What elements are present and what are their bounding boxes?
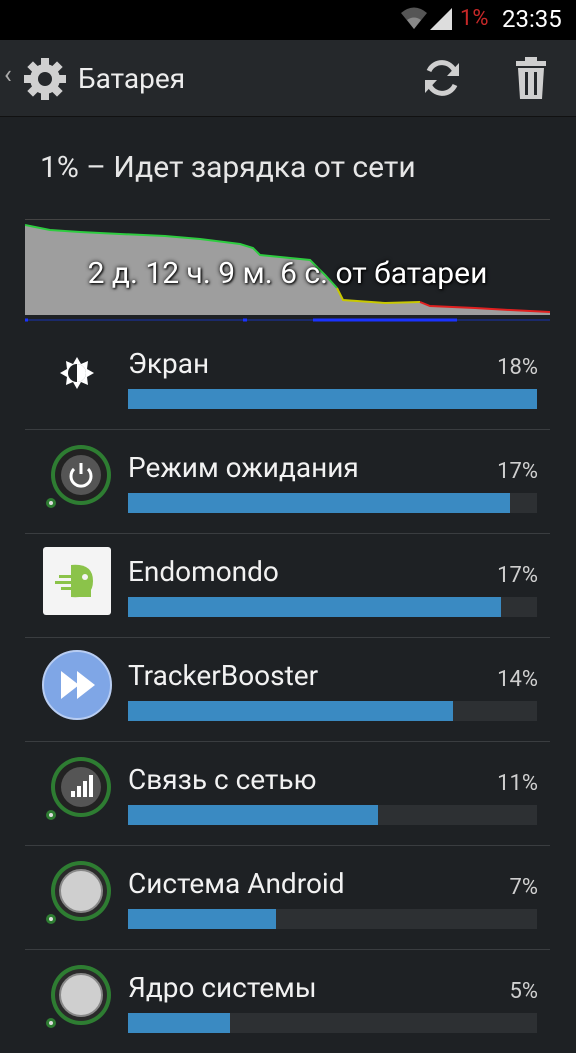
wifi-icon [401, 7, 427, 29]
usage-bar [128, 597, 537, 617]
item-label: Ядро системы [128, 971, 317, 1004]
item-percent: 14% [497, 667, 538, 692]
usage-bar-fill [128, 1013, 231, 1033]
usage-bar [128, 701, 537, 721]
cell-signal-icon [46, 757, 111, 820]
back-chevron-icon[interactable]: ‹ [4, 60, 12, 90]
usage-bar-fill [128, 805, 378, 825]
trackerbooster-app-icon [42, 650, 112, 720]
list-item[interactable]: Экран 18% [25, 325, 550, 430]
usage-bar [128, 805, 537, 825]
endomondo-app-icon [43, 547, 111, 615]
item-percent: 11% [497, 771, 538, 796]
refresh-icon[interactable] [419, 55, 465, 101]
list-item[interactable]: Система Android 7% [25, 845, 550, 950]
item-percent: 17% [497, 563, 538, 588]
list-item[interactable]: Связь с сетью 11% [25, 741, 550, 846]
battery-percent: 1% [460, 6, 489, 31]
usage-bar-fill [128, 701, 453, 721]
trash-icon[interactable] [512, 55, 550, 101]
status-bar: 1% 23:35 [0, 0, 576, 40]
android-system-icon [46, 861, 111, 924]
list-item[interactable]: Режим ожидания 17% [25, 429, 550, 534]
usage-bar [128, 1013, 537, 1033]
usage-bar-fill [128, 909, 276, 929]
usage-bar-fill [128, 493, 510, 513]
item-label: TrackerBooster [128, 659, 319, 692]
android-kernel-icon [46, 965, 111, 1028]
battery-duration-text: 2 д. 12 ч. 9 м. 6 с. от батареи [87, 256, 488, 291]
signal-icon [430, 8, 452, 30]
battery-status-text: 1% – Идет зарядка от сети [40, 150, 416, 185]
item-percent: 5% [509, 979, 538, 1004]
battery-history-graph[interactable]: 2 д. 12 ч. 9 м. 6 с. от батареи [25, 219, 550, 326]
item-label: Экран [128, 347, 210, 380]
usage-bar [128, 493, 537, 513]
usage-bar-fill [128, 597, 501, 617]
item-label: Система Android [128, 867, 345, 900]
clock: 23:35 [502, 5, 562, 33]
item-percent: 18% [497, 355, 538, 380]
page-title: Батарея [78, 62, 186, 95]
list-item[interactable]: Endomondo 17% [25, 533, 550, 638]
item-percent: 17% [497, 459, 538, 484]
item-label: Режим ожидания [128, 451, 359, 484]
action-bar: ‹ Батарея [0, 40, 576, 117]
usage-bar [128, 909, 537, 929]
item-percent: 7% [509, 875, 538, 900]
standby-power-icon [46, 445, 111, 508]
usage-bar [128, 389, 537, 409]
brightness-icon [60, 357, 94, 389]
item-label: Endomondo [128, 555, 279, 588]
usage-bar-fill [128, 389, 537, 409]
settings-gear-icon[interactable] [20, 54, 70, 104]
list-item[interactable]: Ядро системы 5% [25, 949, 550, 1053]
list-item[interactable]: TrackerBooster 14% [25, 637, 550, 742]
item-label: Связь с сетью [128, 763, 317, 796]
